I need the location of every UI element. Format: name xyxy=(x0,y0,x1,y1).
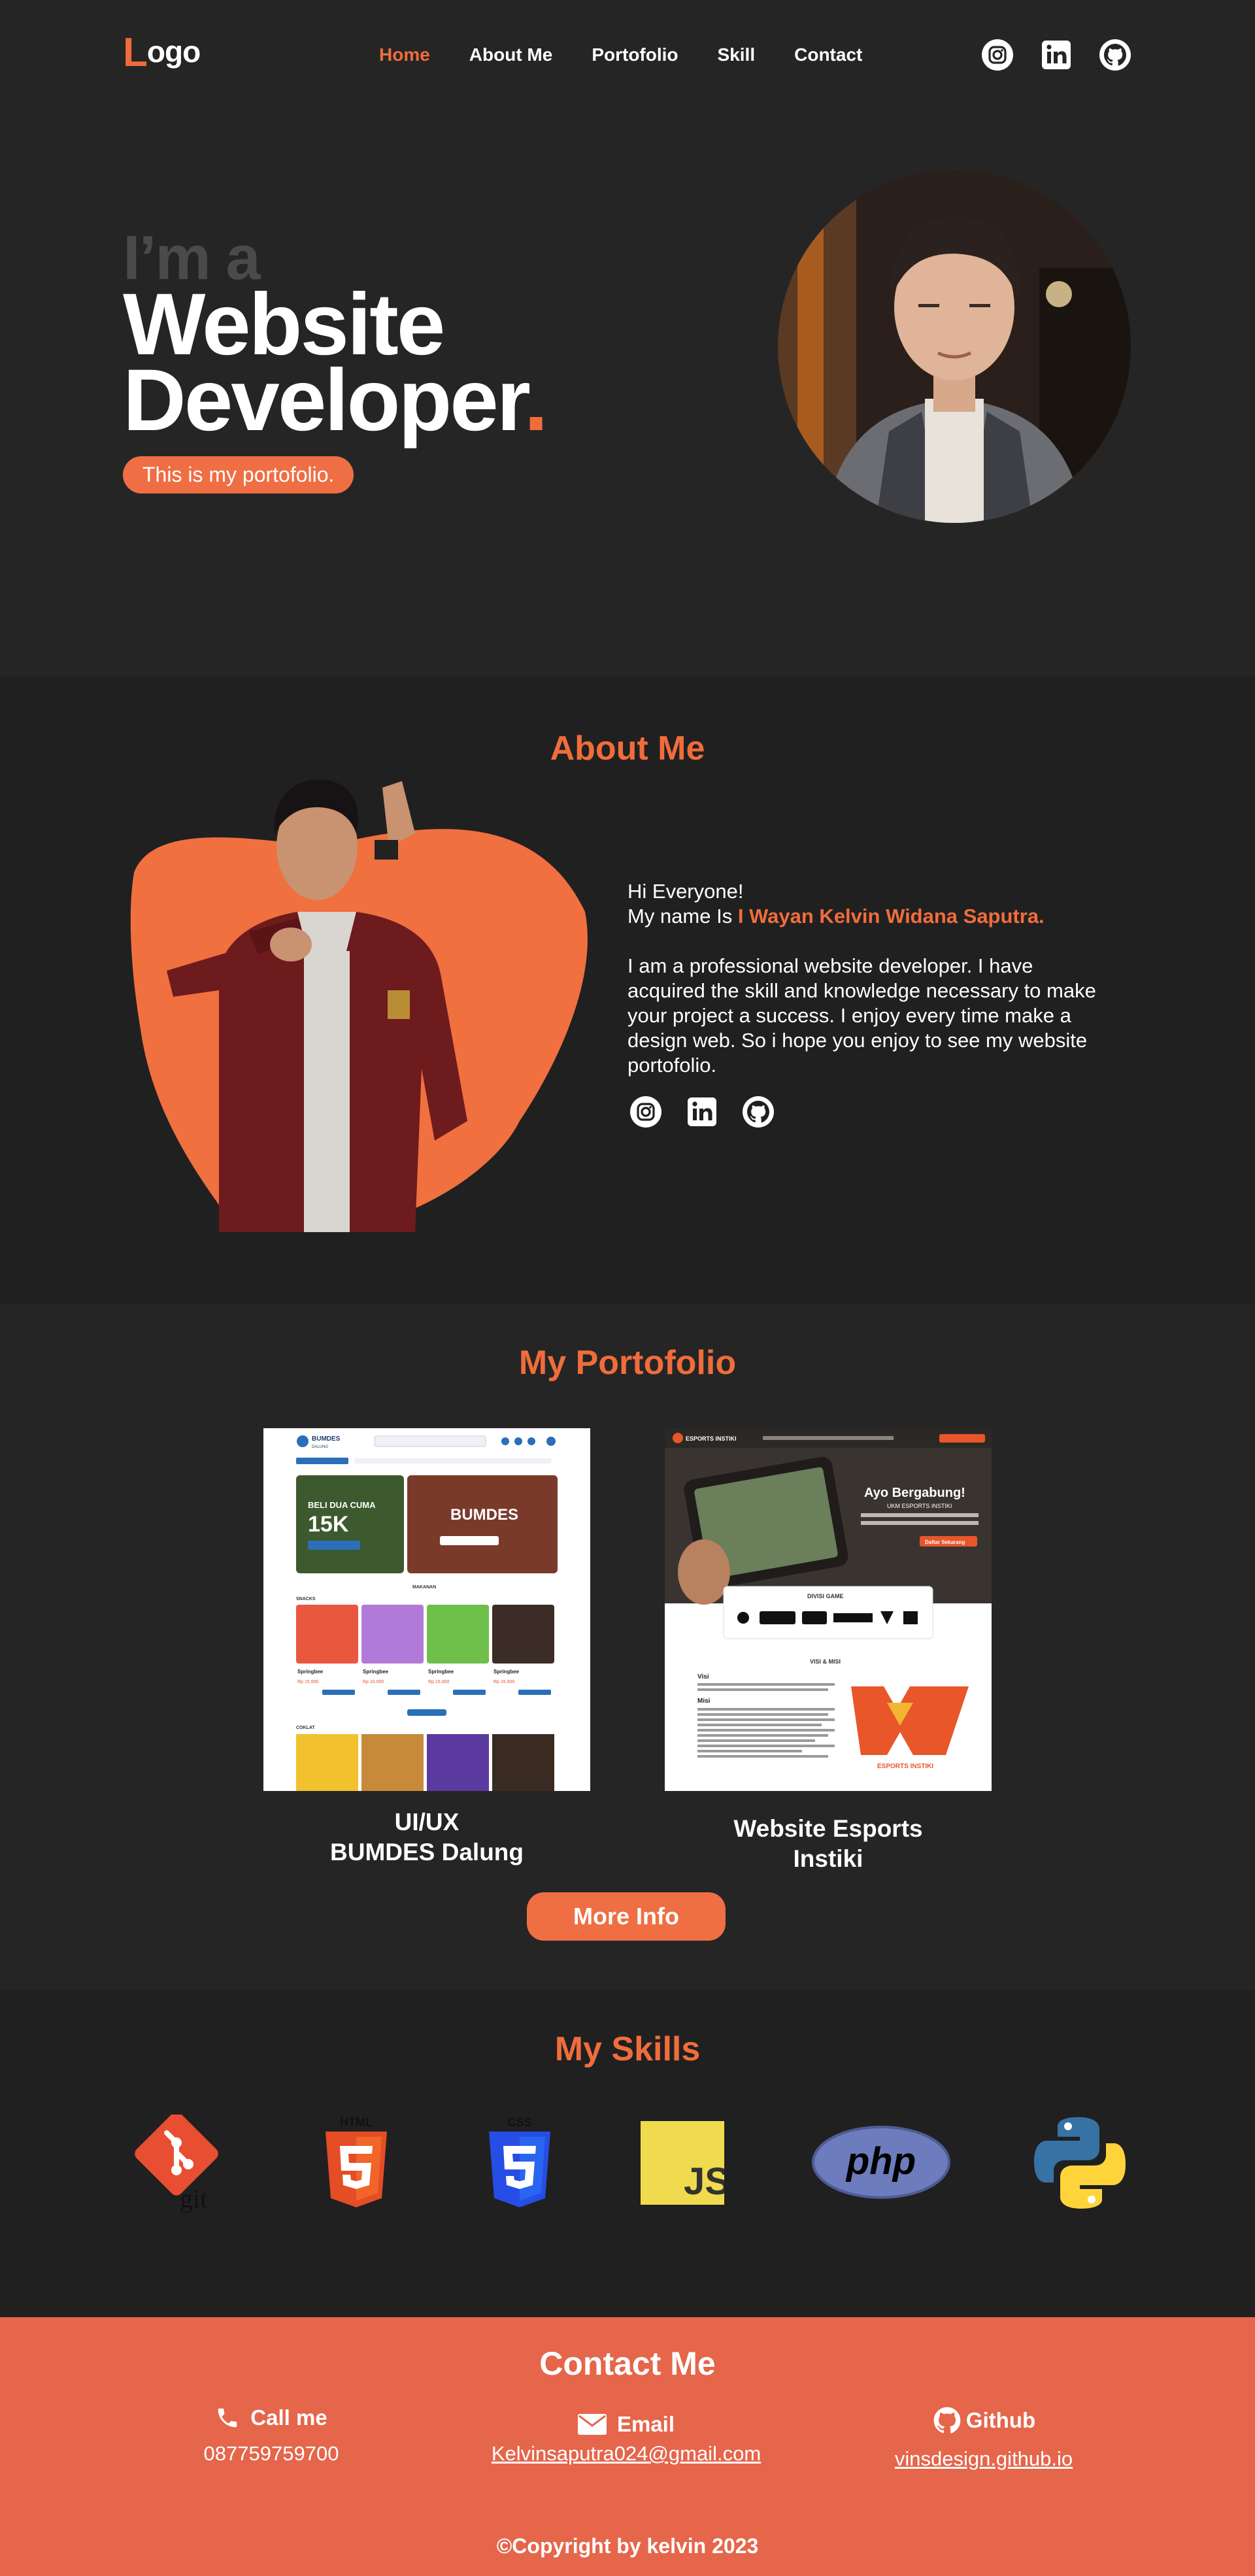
git-text: git xyxy=(180,2184,207,2213)
portfolio-card-bumdes-line2: BUMDES Dalung xyxy=(330,1839,524,1865)
phone-icon xyxy=(218,2408,237,2428)
contact-email: Email Kelvinsaputra024@gmail.com xyxy=(469,2412,783,2466)
email-heading: Email xyxy=(469,2412,783,2437)
git-icon: git xyxy=(135,2115,218,2213)
instagram-icon[interactable] xyxy=(629,1095,663,1129)
github-icon[interactable] xyxy=(1098,38,1132,72)
about-greeting: Hi Everyone! xyxy=(628,880,744,903)
github-icon[interactable] xyxy=(741,1095,775,1129)
hero-dot: . xyxy=(524,352,548,449)
javascript-text: JS xyxy=(684,2160,724,2203)
github-heading: Github xyxy=(873,2405,1095,2435)
portfolio-card-esports-line1: Website Esports xyxy=(733,1815,923,1842)
bumdes-price-3: Rp 15.000 xyxy=(428,1680,449,1684)
linkedin-icon[interactable] xyxy=(685,1095,719,1129)
html5-icon: HTML xyxy=(326,2116,387,2207)
bumdes-price-1: Rp 15.000 xyxy=(297,1680,318,1684)
javascript-icon: JS xyxy=(641,2121,724,2205)
nav-portofolio[interactable]: Portofolio xyxy=(592,44,678,65)
email-label: Email xyxy=(616,2412,675,2436)
contact-title: Contact Me xyxy=(539,2345,716,2382)
bumdes-brand-sub: DALUNG xyxy=(312,1445,328,1449)
bumdes-section-makanan: MAKANAN xyxy=(412,1585,436,1590)
call-label: Call me xyxy=(250,2405,327,2430)
hero-section: I’m a Website Developer. This is my port… xyxy=(0,111,1255,677)
portfolio-card-bumdes-title: UI/UX BUMDES Dalung xyxy=(231,1807,623,1867)
profile-photo xyxy=(778,170,1131,523)
bumdes-section-snacks: SNACKS xyxy=(296,1597,316,1601)
php-text: php xyxy=(845,2140,916,2183)
bumdes-brand: BUMDES xyxy=(312,1435,341,1443)
bumdes-price-4: Rp 15.000 xyxy=(494,1680,514,1684)
main-menu: Home About Me Portofolio Skill Contact xyxy=(379,44,862,65)
bumdes-product-3: Springbee xyxy=(428,1669,454,1675)
about-bio: I am a professional website developer. I… xyxy=(628,954,1096,1077)
about-name-line: My name Is I Wayan Kelvin Widana Saputra… xyxy=(628,904,1098,929)
python-icon xyxy=(1034,2117,1126,2209)
about-section: About Me Hi Everyone! My name Is I Wayan… xyxy=(0,677,1255,1304)
mail-icon xyxy=(577,2414,607,2435)
instagram-icon[interactable] xyxy=(980,38,1014,72)
hero-line2-text: Developer xyxy=(123,352,526,449)
css3-icon: CSS xyxy=(489,2116,550,2207)
call-heading: Call me xyxy=(196,2405,346,2430)
esports-divisi: DIVISI GAME xyxy=(807,1593,844,1599)
linkedin-icon[interactable] xyxy=(1039,38,1073,72)
esports-logo-caption: ESPORTS INSTIKI xyxy=(877,1763,933,1770)
navbar: Logo Home About Me Portofolio Skill Cont… xyxy=(0,0,1255,111)
bumdes-section-coklat: COKLAT xyxy=(296,1726,315,1730)
nav-social-links xyxy=(980,38,1132,72)
contact-github: Github vinsdesign.github.io xyxy=(873,2405,1095,2471)
bumdes-product-1: Springbee xyxy=(297,1669,324,1675)
portfolio-section: My Portofolio BUMDES DALUNG BELI DUA CUM… xyxy=(0,1304,1255,1990)
github-label: Github xyxy=(965,2408,1036,2432)
portfolio-card-esports-title: Website Esports Instiki xyxy=(632,1814,1024,1874)
esports-visi: Visi xyxy=(697,1673,709,1681)
logo-initial: L xyxy=(123,30,148,75)
css3-text: CSS xyxy=(507,2116,531,2129)
esports-cta: Ayo Bergabung! xyxy=(864,1486,965,1500)
php-icon: php xyxy=(812,2126,950,2199)
esports-cta-sub: UKM ESPORTS INSTIKI xyxy=(887,1503,952,1509)
nav-about[interactable]: About Me xyxy=(469,44,553,65)
nav-skill[interactable]: Skill xyxy=(718,44,756,65)
portfolio-card-bumdes-line1: UI/UX xyxy=(394,1809,460,1835)
esports-visi-misi: VISI & MISI xyxy=(810,1658,841,1665)
phone-number[interactable]: 087759759700 xyxy=(196,2442,346,2466)
portfolio-card-esports-line2: Instiki xyxy=(793,1845,863,1872)
bumdes-product-2: Springbee xyxy=(363,1669,389,1675)
copyright: ©Copyright by kelvin 2023 xyxy=(496,2534,759,2558)
about-name: I Wayan Kelvin Widana Saputra. xyxy=(737,905,1045,928)
github-icon xyxy=(933,2407,961,2434)
email-link[interactable]: Kelvinsaputra024@gmail.com xyxy=(469,2442,783,2466)
bumdes-banner-price: 15K xyxy=(308,1512,349,1537)
contact-section: Contact Me Call me 087759759700 Email Ke… xyxy=(0,2317,1255,2576)
logo[interactable]: Logo xyxy=(123,30,201,75)
github-link[interactable]: vinsdesign.github.io xyxy=(873,2447,1095,2471)
bumdes-banner-tag: BELI DUA CUMA xyxy=(308,1500,376,1510)
nav-contact[interactable]: Contact xyxy=(794,44,862,65)
portfolio-card-esports-image[interactable]: ESPORTS INSTIKI Ayo Bergabung! UKM ESPOR… xyxy=(665,1428,992,1791)
portfolio-title: My Portofolio xyxy=(518,1344,737,1382)
about-photo xyxy=(127,755,598,1232)
logo-text: ogo xyxy=(146,35,201,69)
skills-section: My Skills git HTML CSS JS php xyxy=(0,1990,1255,2317)
hero-tagline: This is my portofolio. xyxy=(123,456,354,493)
hero-line2: Developer. xyxy=(123,357,548,444)
esports-button: Daftar Sekarang xyxy=(925,1539,965,1545)
bumdes-product-4: Springbee xyxy=(494,1669,520,1675)
nav-home[interactable]: Home xyxy=(379,44,430,65)
skills-title: My Skills xyxy=(554,2030,701,2068)
esports-misi: Misi xyxy=(697,1698,711,1705)
portfolio-card-bumdes-image[interactable]: BUMDES DALUNG BELI DUA CUMA 15K BUMDES M… xyxy=(263,1428,590,1791)
bumdes-price-2: Rp 15.000 xyxy=(363,1680,384,1684)
contact-call: Call me 087759759700 xyxy=(196,2405,346,2466)
esports-brand: ESPORTS INSTIKI xyxy=(686,1435,737,1442)
bumdes-banner-title: BUMDES xyxy=(450,1506,518,1524)
about-name-prefix: My name Is xyxy=(628,905,738,928)
about-social-links xyxy=(629,1095,775,1129)
more-info-button[interactable]: More Info xyxy=(527,1892,726,1941)
about-text: Hi Everyone! My name Is I Wayan Kelvin W… xyxy=(628,879,1098,1078)
html5-text: HTML xyxy=(340,2116,373,2129)
